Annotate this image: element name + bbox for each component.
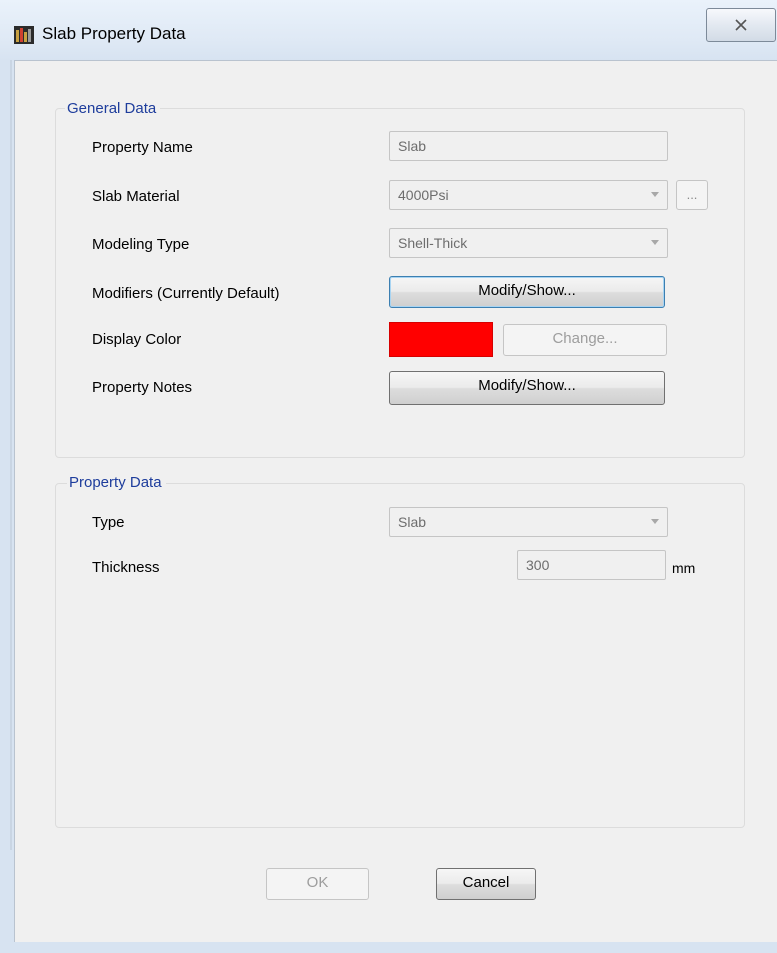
property-notes-label: Property Notes (92, 379, 193, 396)
thickness-input[interactable]: 300 (517, 550, 666, 580)
property-data-legend: Property Data (67, 474, 166, 492)
close-button[interactable] (706, 8, 776, 42)
modeling-type-label: Modeling Type (92, 236, 190, 253)
chevron-down-icon (651, 519, 659, 524)
chevron-down-icon (651, 192, 659, 197)
property-name-value: Slab (398, 138, 427, 154)
slab-property-dialog: Slab Property Data General Data Property… (0, 0, 777, 953)
general-data-legend: General Data (65, 100, 161, 118)
display-color-label: Display Color (92, 331, 182, 348)
slab-material-value: 4000Psi (398, 187, 449, 203)
slab-material-select[interactable]: 4000Psi (389, 180, 668, 210)
chevron-down-icon (651, 240, 659, 245)
property-notes-modify-show-button[interactable]: Modify/Show... (389, 371, 665, 405)
title-bar[interactable]: Slab Property Data (0, 0, 777, 62)
close-icon (735, 19, 747, 31)
type-value: Slab (398, 514, 427, 530)
thickness-value: 300 (526, 557, 550, 573)
modifiers-modify-show-button[interactable]: Modify/Show... (389, 276, 665, 308)
thickness-label: Thickness (92, 559, 160, 576)
modeling-type-select[interactable]: Shell-Thick (389, 228, 668, 258)
modifiers-label: Modifiers (Currently Default) (92, 285, 280, 302)
property-name-input[interactable]: Slab (389, 131, 668, 161)
dialog-client-area: General Data Property Name Slab Slab Mat… (14, 60, 777, 942)
slab-material-label: Slab Material (92, 188, 180, 205)
type-label: Type (92, 514, 125, 531)
property-name-label: Property Name (92, 139, 193, 156)
window-frame-edge (10, 60, 12, 850)
type-select[interactable]: Slab (389, 507, 668, 537)
cancel-button[interactable]: Cancel (436, 868, 536, 900)
window-title: Slab Property Data (42, 24, 186, 43)
modeling-type-value: Shell-Thick (398, 235, 468, 251)
app-icon (14, 24, 34, 44)
slab-material-browse-button[interactable]: ... (676, 180, 708, 210)
thickness-unit: mm (672, 560, 696, 576)
display-color-swatch[interactable] (389, 322, 493, 357)
ok-button[interactable]: OK (266, 868, 369, 900)
change-color-button[interactable]: Change... (503, 324, 667, 356)
